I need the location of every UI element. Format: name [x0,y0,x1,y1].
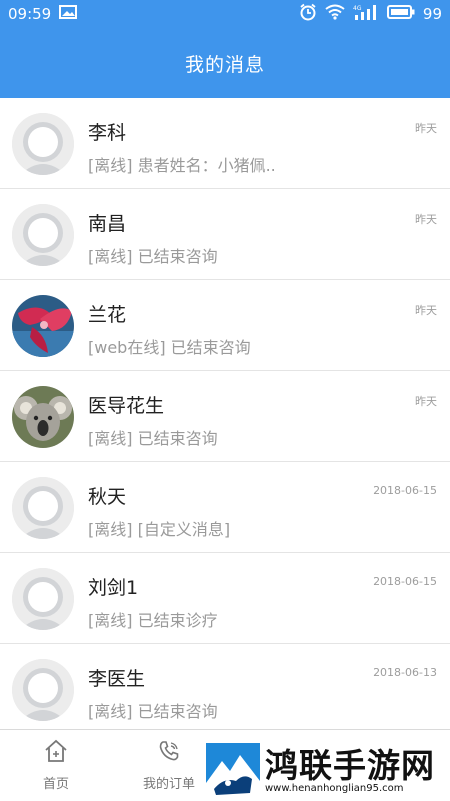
svg-text:4G: 4G [353,5,362,12]
watermark-title: 鸿联手游网 [265,746,435,785]
battery-level: 99 [422,5,442,23]
phone-icon [157,739,181,767]
message-row[interactable]: 秋天 [离线] [自定义消息] 2018-06-15 [0,462,450,553]
battery-icon [386,5,415,23]
tab-orders-label: 我的订单 [142,777,195,792]
message-row[interactable]: 南昌 [离线] 已结束咨询 昨天 [0,189,450,280]
message-time: 2018-06-15 [373,575,437,588]
contact-name: 刘剑1 [88,577,139,599]
message-preview: [离线] [自定义消息] [88,520,231,539]
default-avatar-icon [12,477,74,539]
message-row[interactable]: 李医生 [离线] 已结束咨询 2018-06-13 [0,644,450,735]
flower-avatar-icon [12,295,74,357]
contact-name: 李科 [88,122,127,144]
message-time: 2018-06-15 [373,484,437,497]
message-row[interactable]: 兰花 [web在线] 已结束咨询 昨天 [0,280,450,371]
message-time: 昨天 [415,395,437,408]
tab-home-label: 首页 [42,777,69,792]
contact-name: 兰花 [88,304,127,326]
status-time: 09:59 [8,5,52,23]
message-list: 李科 [离线] 患者姓名：小猪佩.. 昨天 南昌 [离线] 已结束咨询 昨天 兰… [0,98,450,735]
watermark-logo-icon [206,743,260,797]
contact-name: 秋天 [88,486,127,508]
alarm-icon [299,3,317,25]
message-preview: [离线] 已结束咨询 [88,247,218,266]
wifi-icon [325,4,345,24]
watermark-url: www.henanhonglian95.com [265,783,404,794]
message-preview: [离线] 已结束咨询 [88,429,218,448]
default-avatar-icon [12,568,74,630]
contact-name: 李医生 [88,668,146,690]
watermark: 鸿联手游网 www.henanhonglian95.com [203,740,450,800]
gallery-notification-icon [59,5,78,23]
message-preview: [离线] 患者姓名：小猪佩.. [88,156,276,175]
home-icon [43,739,69,767]
default-avatar-icon [12,204,74,266]
message-time: 2018-06-13 [373,666,437,679]
status-bar: 09:59 4G 99 [0,0,450,28]
signal-4g-icon: 4G [353,4,379,24]
contact-name: 南昌 [88,213,127,235]
page-header: 我的消息 [0,28,450,98]
page-title: 我的消息 [184,53,265,76]
message-preview: [web在线] 已结束咨询 [88,338,251,357]
tab-home[interactable]: 首页 [6,730,106,801]
message-preview: [离线] 已结束咨询 [88,702,218,721]
contact-name: 医导花生 [88,395,165,417]
default-avatar-icon [12,659,74,721]
message-row[interactable]: 医导花生 [离线] 已结束咨询 昨天 [0,371,450,462]
message-row[interactable]: 刘剑1 [离线] 已结束诊疗 2018-06-15 [0,553,450,644]
message-preview: [离线] 已结束诊疗 [88,611,218,630]
message-time: 昨天 [415,304,437,317]
koala-avatar-icon [12,386,74,448]
message-time: 昨天 [415,213,437,226]
message-time: 昨天 [415,122,437,135]
default-avatar-icon [12,113,74,175]
message-row[interactable]: 李科 [离线] 患者姓名：小猪佩.. 昨天 [0,98,450,189]
